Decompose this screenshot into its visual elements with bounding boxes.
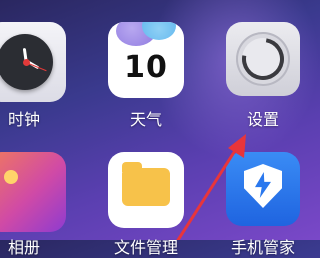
annotation-arrow-icon: [176, 134, 246, 240]
